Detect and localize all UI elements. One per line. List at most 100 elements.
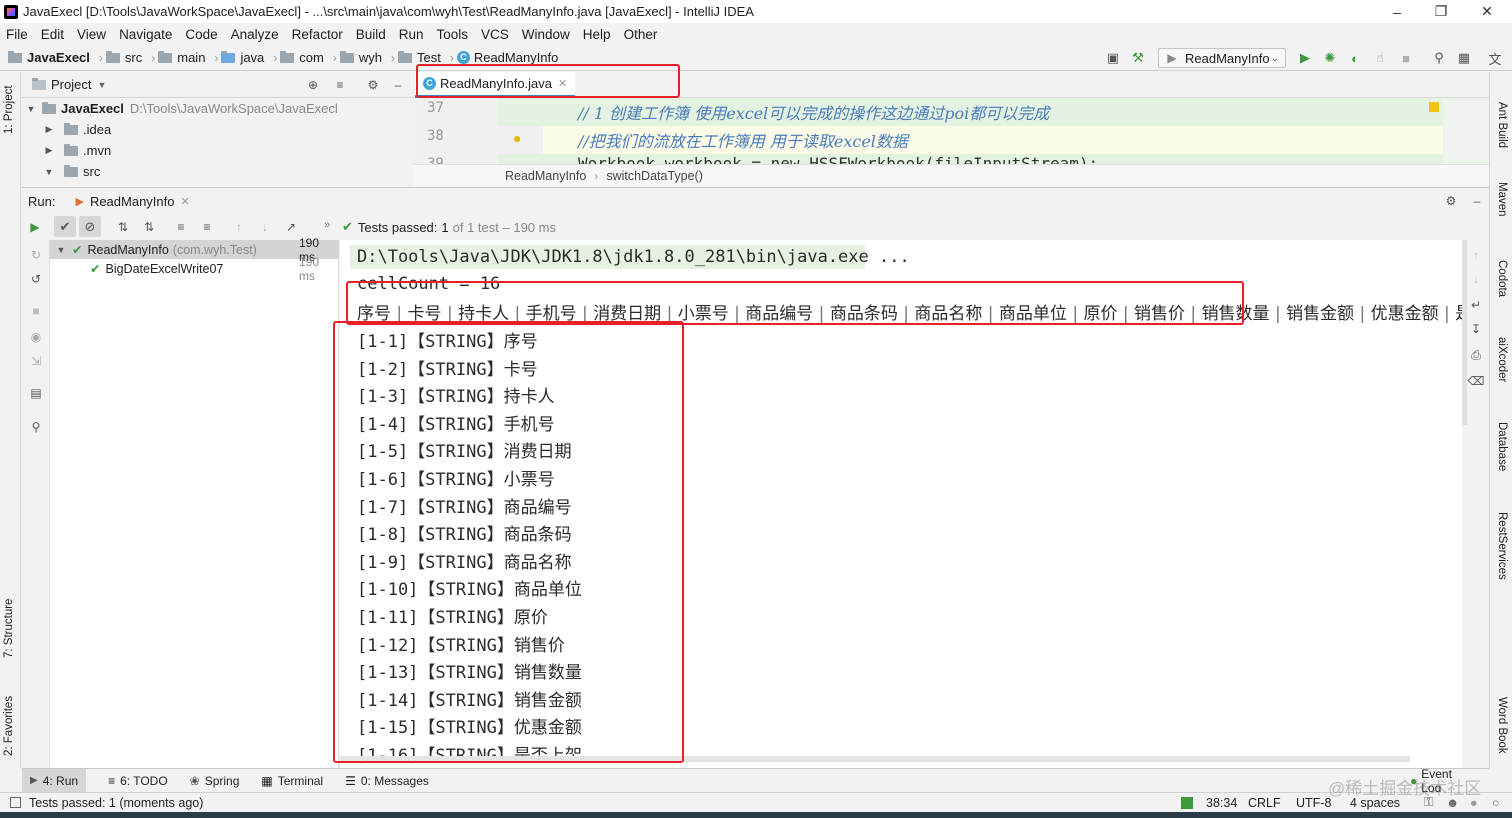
- tree-item-mvn[interactable]: ▶ .mvn: [42, 140, 112, 161]
- line-separator[interactable]: CRLF: [1248, 796, 1281, 810]
- tree-item-src[interactable]: ▼ src: [42, 161, 101, 182]
- close-tab-icon[interactable]: ✕: [181, 195, 190, 208]
- print-icon[interactable]: ⎙: [1469, 348, 1483, 362]
- status-toggle-icon[interactable]: [10, 797, 21, 808]
- tab-terminal[interactable]: ▦ Terminal: [261, 774, 323, 788]
- layout-icon[interactable]: ▣: [1104, 50, 1122, 66]
- camera-icon[interactable]: ◉: [29, 330, 43, 344]
- editor-tab-readmanyinfo[interactable]: C ReadManyInfo.java ✕: [415, 72, 575, 98]
- arrow-up-icon[interactable]: ↑: [1469, 248, 1483, 262]
- stop-icon[interactable]: ■: [1397, 50, 1415, 66]
- exit-icon[interactable]: ⇲: [29, 354, 43, 368]
- horizontal-scrollbar[interactable]: [340, 756, 1410, 762]
- arrow-down-icon[interactable]: ↓: [1469, 272, 1483, 286]
- chevron-right-icon[interactable]: ▶: [42, 145, 56, 156]
- crumb-method[interactable]: switchDataType(): [606, 169, 703, 183]
- tab-messages[interactable]: ☰ 0: Messages: [345, 774, 429, 788]
- menu-vcs[interactable]: VCS: [481, 27, 509, 42]
- arrow-down-icon[interactable]: ↓: [258, 220, 272, 234]
- tab-spring[interactable]: ❀ Spring: [190, 774, 240, 788]
- show-ignored-icon[interactable]: ⊘: [79, 216, 101, 237]
- gear-icon[interactable]: ⚙: [366, 78, 380, 92]
- breadcrumb-src[interactable]: src: [105, 50, 142, 65]
- debug-icon[interactable]: ✺: [1321, 50, 1339, 66]
- tab-todo[interactable]: ≡ 6: TODO: [108, 774, 168, 788]
- tab-run[interactable]: ▶ 4: Run: [22, 769, 87, 792]
- build-hammer-icon[interactable]: ⚒: [1129, 50, 1147, 66]
- rerun-icon[interactable]: ▶: [28, 220, 42, 234]
- tool-project[interactable]: 1: Project: [3, 85, 15, 134]
- scroll-to-end-icon[interactable]: ↧: [1469, 322, 1483, 336]
- translate-icon[interactable]: 文: [1486, 50, 1504, 67]
- menu-window[interactable]: Window: [522, 27, 570, 42]
- expand-all-icon[interactable]: ≡: [174, 220, 188, 234]
- tool-word-book[interactable]: Word Book: [1496, 697, 1508, 754]
- tool-restservices[interactable]: RestServices: [1496, 512, 1508, 580]
- pin-icon[interactable]: ⚲: [29, 420, 43, 434]
- menu-edit[interactable]: Edit: [41, 27, 64, 42]
- warning-marker[interactable]: [1429, 102, 1439, 112]
- tool-codota[interactable]: Codota: [1496, 260, 1508, 297]
- menu-refactor[interactable]: Refactor: [292, 27, 343, 42]
- breadcrumb-java[interactable]: java: [221, 50, 264, 65]
- export-icon[interactable]: ↗: [284, 220, 298, 234]
- project-panel-title[interactable]: Project: [51, 77, 91, 92]
- coverage-icon[interactable]: ◐: [1346, 50, 1364, 66]
- menu-code[interactable]: Code: [185, 27, 217, 42]
- chevron-right-icon[interactable]: ▶: [42, 124, 56, 135]
- menu-run[interactable]: Run: [399, 27, 424, 42]
- tool-ant-build[interactable]: Ant Build: [1496, 102, 1508, 148]
- gear-icon[interactable]: ⚙: [1444, 194, 1458, 208]
- tool-structure[interactable]: 7: Structure: [3, 599, 15, 658]
- code-minimap[interactable]: [1443, 98, 1489, 164]
- chevron-down-icon[interactable]: ▼: [42, 167, 56, 177]
- caret-position[interactable]: 38:34: [1206, 796, 1237, 810]
- tool-maven[interactable]: Maven: [1496, 182, 1508, 217]
- code-editor[interactable]: 37 38 39 ● // 1 创建工作簿 使用excel可以完成的操作这边通过…: [413, 98, 1489, 164]
- breadcrumb-com[interactable]: com: [280, 50, 324, 65]
- file-encoding[interactable]: UTF-8: [1296, 796, 1331, 810]
- lightbulb-icon[interactable]: ●: [513, 130, 521, 146]
- locate-icon[interactable]: ⊕: [306, 78, 320, 92]
- menu-help[interactable]: Help: [583, 27, 611, 42]
- run-tab[interactable]: ReadManyInfo: [90, 194, 175, 209]
- soft-wrap-icon[interactable]: ↵: [1469, 298, 1483, 312]
- sort-duration-icon[interactable]: ⇅: [142, 220, 156, 234]
- breadcrumb-class[interactable]: C ReadManyInfo: [456, 50, 558, 65]
- breadcrumb-test[interactable]: Test: [397, 50, 441, 65]
- console-output[interactable]: D:\Tools\Java\JDK\JDK1.8\jdk1.8.0_281\bi…: [340, 240, 1462, 768]
- memory-icon[interactable]: ○: [1492, 796, 1500, 810]
- layout-icon[interactable]: ▤: [29, 386, 43, 400]
- menu-other[interactable]: Other: [624, 27, 658, 42]
- chevron-down-icon[interactable]: ▼: [24, 104, 38, 114]
- chevron-down-icon[interactable]: ▼: [97, 80, 106, 90]
- close-tab-icon[interactable]: ✕: [558, 77, 567, 90]
- tool-favorites[interactable]: 2: Favorites: [3, 696, 15, 756]
- tree-item-idea[interactable]: ▶ .idea: [42, 119, 112, 140]
- run-icon[interactable]: ▶: [1296, 50, 1314, 66]
- menu-analyze[interactable]: Analyze: [231, 27, 279, 42]
- project-structure-icon[interactable]: ▦: [1455, 50, 1473, 66]
- test-suite-row[interactable]: ▼ ✔ ReadManyInfo (com.wyh.Test) 190 ms: [54, 236, 320, 264]
- chevron-down-icon[interactable]: ▼: [54, 245, 68, 255]
- tree-item-root[interactable]: ▼ JavaExecl D:\Tools\JavaWorkSpace\JavaE…: [24, 98, 338, 119]
- breadcrumb-wyh[interactable]: wyh: [339, 50, 382, 65]
- hide-icon[interactable]: –: [391, 78, 405, 92]
- vertical-scrollbar[interactable]: [1462, 240, 1467, 425]
- trash-icon[interactable]: ⌫: [1468, 374, 1485, 388]
- show-passed-icon[interactable]: ✔: [54, 216, 76, 237]
- breadcrumb-main[interactable]: main: [158, 50, 205, 65]
- menu-view[interactable]: View: [77, 27, 106, 42]
- search-icon[interactable]: ⚲: [1430, 50, 1448, 66]
- toggle-autotest-icon[interactable]: ↺: [29, 272, 43, 286]
- test-case-row[interactable]: ✔ BigDateExcelWrite07 190 ms: [90, 255, 319, 283]
- tool-aixcoder[interactable]: aiXcoder: [1496, 337, 1508, 382]
- crumb-class[interactable]: ReadManyInfo: [505, 169, 586, 183]
- menu-navigate[interactable]: Navigate: [119, 27, 172, 42]
- menu-build[interactable]: Build: [356, 27, 386, 42]
- hide-icon[interactable]: –: [1470, 194, 1484, 208]
- minimize-button[interactable]: –: [1374, 0, 1420, 23]
- sort-alpha-icon[interactable]: ⇅: [116, 220, 130, 234]
- more-icon[interactable]: »: [324, 219, 330, 231]
- tool-database[interactable]: Database: [1496, 422, 1508, 471]
